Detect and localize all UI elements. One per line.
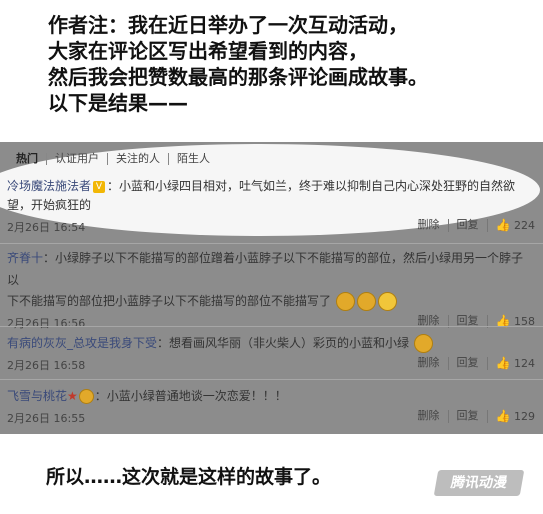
thumbs-up-icon: 👍 [495, 218, 511, 232]
thumbs-up-icon: 👍 [495, 409, 511, 423]
comment-meta: 2月26日 16:56 删除 回复 👍 158 [0, 312, 543, 332]
comment-text: ：小蓝小绿普通地谈一次恋爱！！！ [94, 389, 287, 403]
like-button[interactable]: 👍 129 [488, 410, 535, 423]
comment-date: 2月26日 16:54 [7, 221, 86, 234]
reply-button[interactable]: 回复 [449, 219, 488, 232]
comment-username[interactable]: 有病的灰灰_总攻是我身下受 [7, 336, 157, 350]
doge-emoji-icon [356, 292, 376, 311]
comment-actions: 删除 回复 👍 124 [410, 357, 535, 370]
comment-text: ：小绿脖子以下不能描写的部位蹭着小蓝脖子以下不能描写的部位，然后小绿用另一个脖子… [7, 251, 524, 287]
reply-button[interactable]: 回复 [449, 410, 488, 423]
author-note-line: 作者注：我在近日举办了一次互动活动， [48, 13, 408, 37]
thumbs-up-icon: 👍 [495, 356, 511, 370]
reply-button[interactable]: 回复 [449, 357, 488, 370]
star-icon: ★ [67, 389, 78, 403]
delete-button[interactable]: 删除 [410, 410, 449, 423]
comment-date: 2月26日 16:56 [7, 317, 86, 330]
comment-divider [0, 379, 543, 380]
comment-text: ：想看画风华丽（非火柴人）彩页的小蓝和小绿 [157, 336, 410, 350]
comment-item: 冷场魔法施法者 V ：小蓝和小绿四目相对，吐气如兰，终于难以抑制自己内心深处狂野的自… [0, 175, 543, 236]
comment-item: 齐脊十：小绿脖子以下不能描写的部位蹭着小蓝脖子以下不能描写的部位，然后小绿用另一… [0, 247, 543, 332]
delete-button[interactable]: 删除 [410, 357, 449, 370]
comment-date: 2月26日 16:58 [7, 359, 86, 372]
comment-date: 2月26日 16:55 [7, 412, 86, 425]
comment-actions: 删除 回复 👍 224 [410, 219, 535, 232]
comment-item: 飞雪与桃花★ ：小蓝小绿普通地谈一次恋爱！！！ 2月26日 16:55 删除 回复… [0, 385, 543, 427]
doge-emoji-icon [413, 334, 433, 353]
author-note: 作者注：我在近日举办了一次互动活动， 大家在评论区写出希望看到的内容， 然后我会… [48, 12, 518, 116]
tab-hot[interactable]: 热门 [8, 153, 47, 165]
medal-icon [78, 389, 94, 404]
verified-badge-icon: V [93, 180, 106, 193]
comment-meta: 2月26日 16:58 删除 回复 👍 124 [0, 354, 543, 374]
comment-body-cont: 望，开始疯狂的 [7, 198, 92, 212]
laugh-emoji-icon [377, 292, 397, 311]
comment-item: 有病的灰灰_总攻是我身下受：想看画风华丽（非火柴人）彩页的小蓝和小绿 2月26日… [0, 332, 543, 374]
tab-strangers[interactable]: 陌生人 [169, 153, 218, 165]
comment-username[interactable]: 冷场魔法施法者 [7, 179, 91, 193]
comment-filter-tabs: 热门 认证用户 关注的人 陌生人 [0, 148, 218, 170]
comment-username[interactable]: 齐脊十 [7, 251, 43, 265]
like-count: 129 [514, 410, 535, 423]
delete-button[interactable]: 删除 [410, 219, 449, 232]
tencent-comics-logo: 腾讯动漫 [433, 470, 525, 496]
like-count: 224 [514, 219, 535, 232]
like-button[interactable]: 👍 224 [488, 219, 535, 232]
comment-body-cont: 下不能描写的部位把小蓝脖子以下不能描写的部位不能描写了 [0, 290, 543, 312]
closing-note: 所以……这次就是这样的故事了。 [46, 466, 332, 488]
comment-meta: 2月26日 16:55 删除 回复 👍 129 [0, 407, 543, 427]
author-note-line: 大家在评论区写出希望看到的内容， [48, 39, 368, 63]
like-count: 124 [514, 357, 535, 370]
comment-actions: 删除 回复 👍 129 [410, 410, 535, 423]
comment-body: 飞雪与桃花★ ：小蓝小绿普通地谈一次恋爱！！！ [0, 385, 543, 407]
comment-username[interactable]: 飞雪与桃花 [7, 389, 67, 403]
comment-meta: 2月26日 16:54 删除 回复 👍 224 [0, 216, 543, 236]
comment-screenshot: 热门 认证用户 关注的人 陌生人 冷场魔法施法者 V ：小蓝和小绿四目相对，吐气如兰… [0, 142, 543, 434]
comment-divider [0, 243, 543, 244]
comment-body: 有病的灰灰_总攻是我身下受：想看画风华丽（非火柴人）彩页的小蓝和小绿 [0, 332, 543, 354]
comment-divider [0, 326, 543, 327]
comment-body: 齐脊十：小绿脖子以下不能描写的部位蹭着小蓝脖子以下不能描写的部位，然后小绿用另一… [0, 247, 543, 291]
tab-following[interactable]: 关注的人 [108, 153, 169, 165]
comment-text-cont: 下不能描写的部位把小蓝脖子以下不能描写的部位不能描写了 [7, 294, 332, 308]
doge-emoji-icon [335, 292, 355, 311]
comment-text: ：小蓝和小绿四目相对，吐气如兰，终于难以抑制自己内心深处狂野的自然欲 [107, 179, 516, 193]
tab-verified[interactable]: 认证用户 [47, 153, 108, 165]
author-note-line: 以下是结果—— [48, 91, 188, 115]
like-button[interactable]: 👍 124 [488, 357, 535, 370]
author-note-line: 然后我会把赞数最高的那条评论画成故事。 [48, 65, 428, 89]
